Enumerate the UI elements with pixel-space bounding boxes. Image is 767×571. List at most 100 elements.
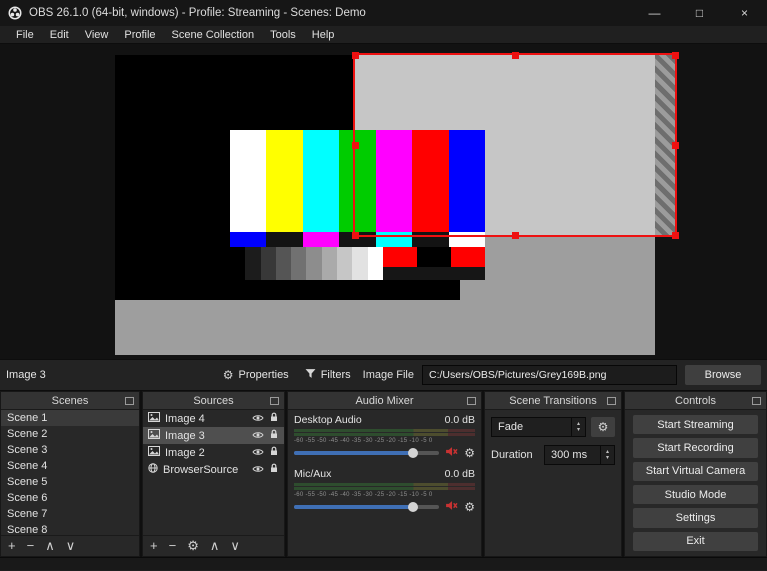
start-recording-button[interactable]: Start Recording [633,438,758,458]
sources-toolbar: + − ⚙ ∧ ∨ [143,535,284,556]
slider-handle[interactable] [408,448,419,458]
source-down-button[interactable]: ∨ [230,536,240,556]
scene-item-8[interactable]: Scene 8 [1,522,139,535]
colorbar-blue [448,130,485,232]
filters-button[interactable]: Filters [301,365,355,385]
step-2 [245,247,261,280]
close-button[interactable]: × [722,0,767,26]
duration-spinbox[interactable]: 300 ms ▴ ▾ [544,445,615,465]
menu-item-file[interactable]: File [8,26,42,44]
visibility-eye-icon[interactable] [252,430,264,442]
selection-handle-tl[interactable] [352,52,359,59]
scene-item-2[interactable]: Scene 2 [1,426,139,442]
scene-item-4[interactable]: Scene 4 [1,458,139,474]
menu-item-view[interactable]: View [77,26,117,44]
lock-icon[interactable] [269,463,279,476]
scene-item-6[interactable]: Scene 6 [1,490,139,506]
source-name: Image 3 [165,429,205,442]
remove-source-button[interactable]: − [169,536,177,556]
slider-handle[interactable] [408,502,419,512]
selection-handle-tr[interactable] [672,52,679,59]
minimize-button[interactable]: — [632,0,677,26]
selection-handle-tm[interactable] [512,52,519,59]
scene-item-1[interactable]: Scene 1 [1,410,139,426]
panel-scenes: Scenes Scene 1 Scene 2 Scene 3 Scene 4 S… [0,391,140,557]
channel-gear-icon[interactable]: ⚙ [464,447,475,459]
scene-item-7[interactable]: Scene 7 [1,506,139,522]
scenes-panel-header: Scenes [1,392,139,410]
remove-scene-button[interactable]: − [27,536,35,556]
transition-properties-button[interactable]: ⚙ [591,417,615,437]
visibility-eye-icon[interactable] [252,447,264,459]
transition-select[interactable]: Fade ▴ ▾ [491,417,586,437]
source-name: Image 2 [165,446,205,459]
start-virtual-camera-button[interactable]: Start Virtual Camera [633,461,758,481]
cast-2 [266,232,303,247]
settings-button[interactable]: Settings [633,508,758,528]
mixer-channel-mic-aux: Mic/Aux 0.0 dB -60 -55 -50 -45 -40 -35 -… [294,468,475,515]
sources-list: Image 4 Image 3 Image 2 BrowserSource [143,410,284,535]
scene-item-3[interactable]: Scene 3 [1,442,139,458]
lock-icon[interactable] [269,412,279,425]
exit-button[interactable]: Exit [633,531,758,551]
source-properties-gear-button[interactable]: ⚙ [187,536,199,556]
menu-item-tools[interactable]: Tools [262,26,304,44]
volume-slider[interactable] [294,502,440,512]
scene-item-5[interactable]: Scene 5 [1,474,139,490]
source-item-image4[interactable]: Image 4 [143,410,284,427]
browse-button[interactable]: Browse [685,365,761,385]
filter-icon [305,368,316,382]
cast-3 [302,232,340,247]
channel-volume-db: 0.0 dB [444,414,475,426]
selection-handle-mr[interactable] [672,142,679,149]
volume-slider[interactable] [294,448,440,458]
image-file-path-input[interactable]: C:/Users/OBS/Pictures/Grey169B.png [422,365,677,385]
duration-label: Duration [491,449,533,461]
transitions-panel-title: Scene Transitions [509,394,597,407]
menu-item-scene-collection[interactable]: Scene Collection [164,26,263,44]
menu-item-profile[interactable]: Profile [116,26,163,44]
source-item-image3[interactable]: Image 3 [143,427,284,444]
add-scene-button[interactable]: + [8,536,16,556]
channel-name: Desktop Audio [294,414,362,426]
mute-icon[interactable] [445,444,458,462]
source-item-image2[interactable]: Image 2 [143,444,284,461]
menu-item-edit[interactable]: Edit [42,26,77,44]
start-streaming-button[interactable]: Start Streaming [633,415,758,435]
properties-button[interactable]: ⚙ Properties [219,366,293,384]
obs-logo-icon [8,6,22,20]
mute-icon[interactable] [445,498,458,516]
visibility-eye-icon[interactable] [252,464,264,476]
menu-item-help[interactable]: Help [304,26,343,44]
selection-handle-ml[interactable] [352,142,359,149]
cast-5 [375,232,413,247]
colorbar-red [412,130,449,232]
studio-mode-button[interactable]: Studio Mode [633,484,758,505]
selection-handle-bm[interactable] [512,232,519,239]
visibility-eye-icon[interactable] [252,413,264,425]
source-name: Image 4 [165,412,205,425]
source-up-button[interactable]: ∧ [210,536,220,556]
sources-panel-header: Sources [143,392,284,410]
source-toolbar: Image 3 ⚙ Properties Filters Image File … [0,359,767,391]
mixer-panel-title: Audio Mixer [355,394,414,407]
colorbars-source[interactable] [230,130,485,280]
source-item-browsersource[interactable]: BrowserSource [143,461,284,478]
spin-down-icon[interactable]: ▾ [606,455,609,461]
channel-gear-icon[interactable]: ⚙ [464,501,475,513]
window-controls: — □ × [632,0,767,26]
lock-icon[interactable] [269,429,279,442]
lock-icon[interactable] [269,446,279,459]
spin-down-icon: ▾ [576,427,580,433]
scene-down-button[interactable]: ∨ [66,536,76,556]
maximize-button[interactable]: □ [677,0,722,26]
add-source-button[interactable]: + [150,536,158,556]
panel-audio-mixer: Audio Mixer Desktop Audio 0.0 dB -60 -55… [287,391,482,557]
scene-up-button[interactable]: ∧ [45,536,55,556]
volume-meter [294,487,475,490]
spinbox-arrows: ▴ ▾ [600,446,614,464]
selection-handle-br[interactable] [672,232,679,239]
image-file-label: Image File [362,369,414,381]
selection-handle-bl[interactable] [352,232,359,239]
combo-spin-arrows: ▴ ▾ [571,418,585,436]
